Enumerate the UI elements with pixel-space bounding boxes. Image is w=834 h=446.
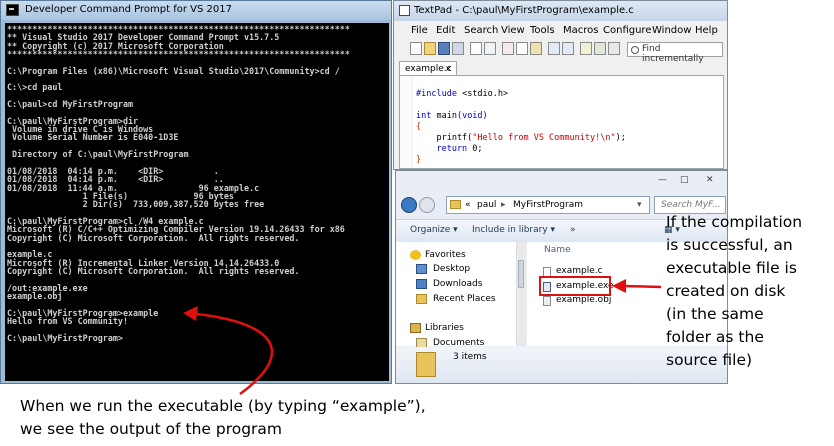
annotation-line: If the compilation [666, 213, 803, 231]
annotation-line: folder as the [666, 328, 764, 346]
compilation-annotation: If the compilation is successful, an exe… [666, 211, 802, 372]
annotation-line: is successful, an [666, 236, 793, 254]
annotation-line: source file) [666, 351, 753, 369]
arrow-to-exe [612, 279, 662, 293]
annotation-line: created on disk [666, 282, 786, 300]
run-annotation: When we run the executable (by typing “e… [20, 395, 426, 441]
arrow-to-output [183, 306, 274, 396]
annotation-line: When we run the executable (by typing “e… [20, 397, 426, 415]
annotation-line: executable file is [666, 259, 797, 277]
annotation-line: (in the same [666, 305, 764, 323]
annotation-line: we see the output of the program [20, 420, 283, 438]
